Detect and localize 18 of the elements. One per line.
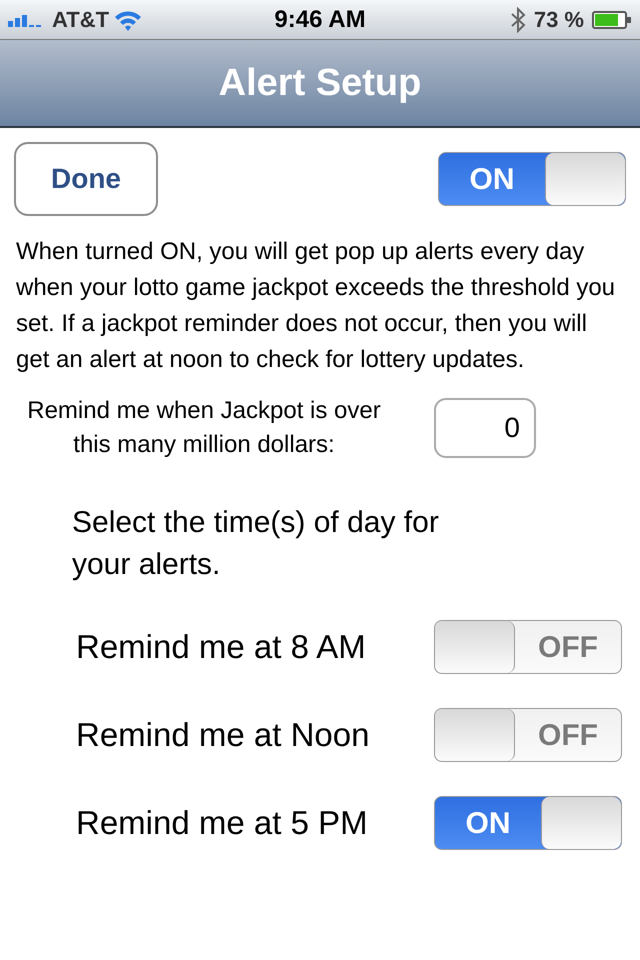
battery-icon bbox=[592, 10, 632, 30]
threshold-field[interactable]: 0 bbox=[434, 398, 536, 458]
carrier: AT&T bbox=[52, 6, 110, 34]
threshold-label: Remind me when Jackpot is over this many million dollars: bbox=[26, 396, 382, 460]
battery-percent: 73 % bbox=[534, 6, 584, 34]
toggle-switch[interactable]: OFF bbox=[434, 620, 622, 674]
clock: 9:46 AM bbox=[274, 4, 366, 34]
done-button[interactable]: Done bbox=[14, 142, 158, 216]
reminder-label: Remind me at 5 PM bbox=[76, 803, 368, 844]
bluetooth-icon bbox=[510, 6, 526, 32]
reminder-label: Remind me at Noon bbox=[76, 715, 370, 756]
toggle-switch[interactable]: OFF bbox=[434, 708, 622, 762]
toggle-switch[interactable]: ON bbox=[434, 796, 622, 850]
description: When turned ON, you will get pop up alerts every day when your lotto game jackpot exceeds the threshold you set. If a jackpot reminder does not occur, then you will get an alert at noon to check for lottery updates. bbox=[15, 237, 616, 375]
nav-title: Alert Setup bbox=[218, 60, 422, 106]
times-heading: Select the time(s) of day for your alerts. bbox=[71, 505, 440, 583]
reminder-label: Remind me at 8 AM bbox=[76, 627, 366, 668]
toggle-switch[interactable]: ON bbox=[438, 152, 626, 206]
